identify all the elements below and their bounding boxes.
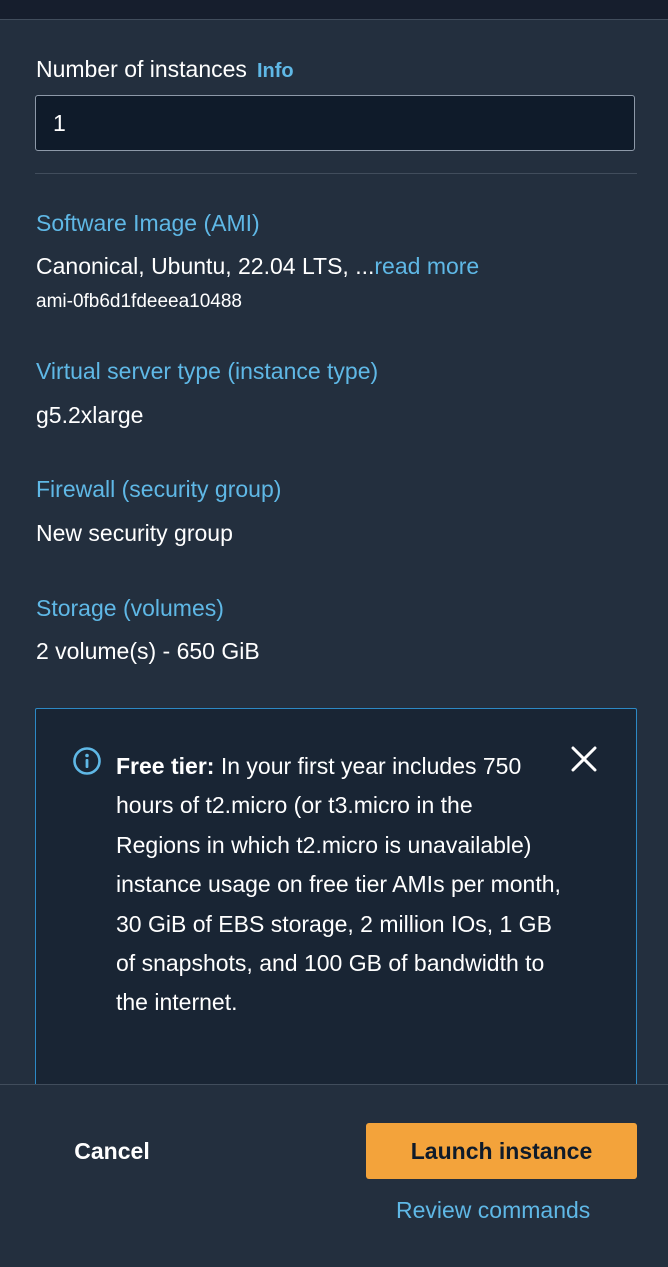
firewall-value: New security group xyxy=(36,520,233,546)
instances-field-label: Number of instances Info xyxy=(36,56,294,83)
free-tier-heading: Free tier: xyxy=(116,753,215,779)
section-divider xyxy=(35,173,637,174)
review-commands-link[interactable]: Review commands xyxy=(396,1197,590,1224)
storage-title-link[interactable]: Storage (volumes) xyxy=(36,595,224,622)
launch-instance-button[interactable]: Launch instance xyxy=(366,1123,637,1179)
firewall-title-link[interactable]: Firewall (security group) xyxy=(36,476,281,503)
ami-value-text: Canonical, Ubuntu, 22.04 LTS, ... xyxy=(36,253,375,279)
free-tier-body: In your first year includes 750 hours of… xyxy=(116,753,561,1016)
close-icon[interactable] xyxy=(568,743,600,775)
ami-id: ami-0fb6d1fdeeea10488 xyxy=(36,291,243,312)
instances-label: Number of instances xyxy=(36,56,247,82)
instance-type-value: g5.2xlarge xyxy=(36,402,144,428)
storage-value: 2 volume(s) - 650 GiB xyxy=(36,638,260,664)
ami-value: Canonical, Ubuntu, 22.04 LTS, ...read mo… xyxy=(36,253,479,280)
top-header-strip xyxy=(0,0,668,20)
ami-read-more-link[interactable]: read more xyxy=(374,253,479,279)
free-tier-alert-text: Free tier: In your first year includes 7… xyxy=(116,747,561,1023)
instance-type-title-link[interactable]: Virtual server type (instance type) xyxy=(36,358,378,385)
free-tier-alert: Free tier: In your first year includes 7… xyxy=(35,708,637,1084)
action-footer: Cancel Launch instance Review commands xyxy=(0,1084,668,1267)
instances-info-link[interactable]: Info xyxy=(257,60,294,82)
cancel-button[interactable]: Cancel xyxy=(56,1123,168,1179)
info-circle-icon xyxy=(73,747,101,775)
number-of-instances-input[interactable] xyxy=(35,95,635,151)
ami-title-link[interactable]: Software Image (AMI) xyxy=(36,210,260,237)
summary-panel: Number of instances Info Software Image (… xyxy=(0,20,668,1084)
